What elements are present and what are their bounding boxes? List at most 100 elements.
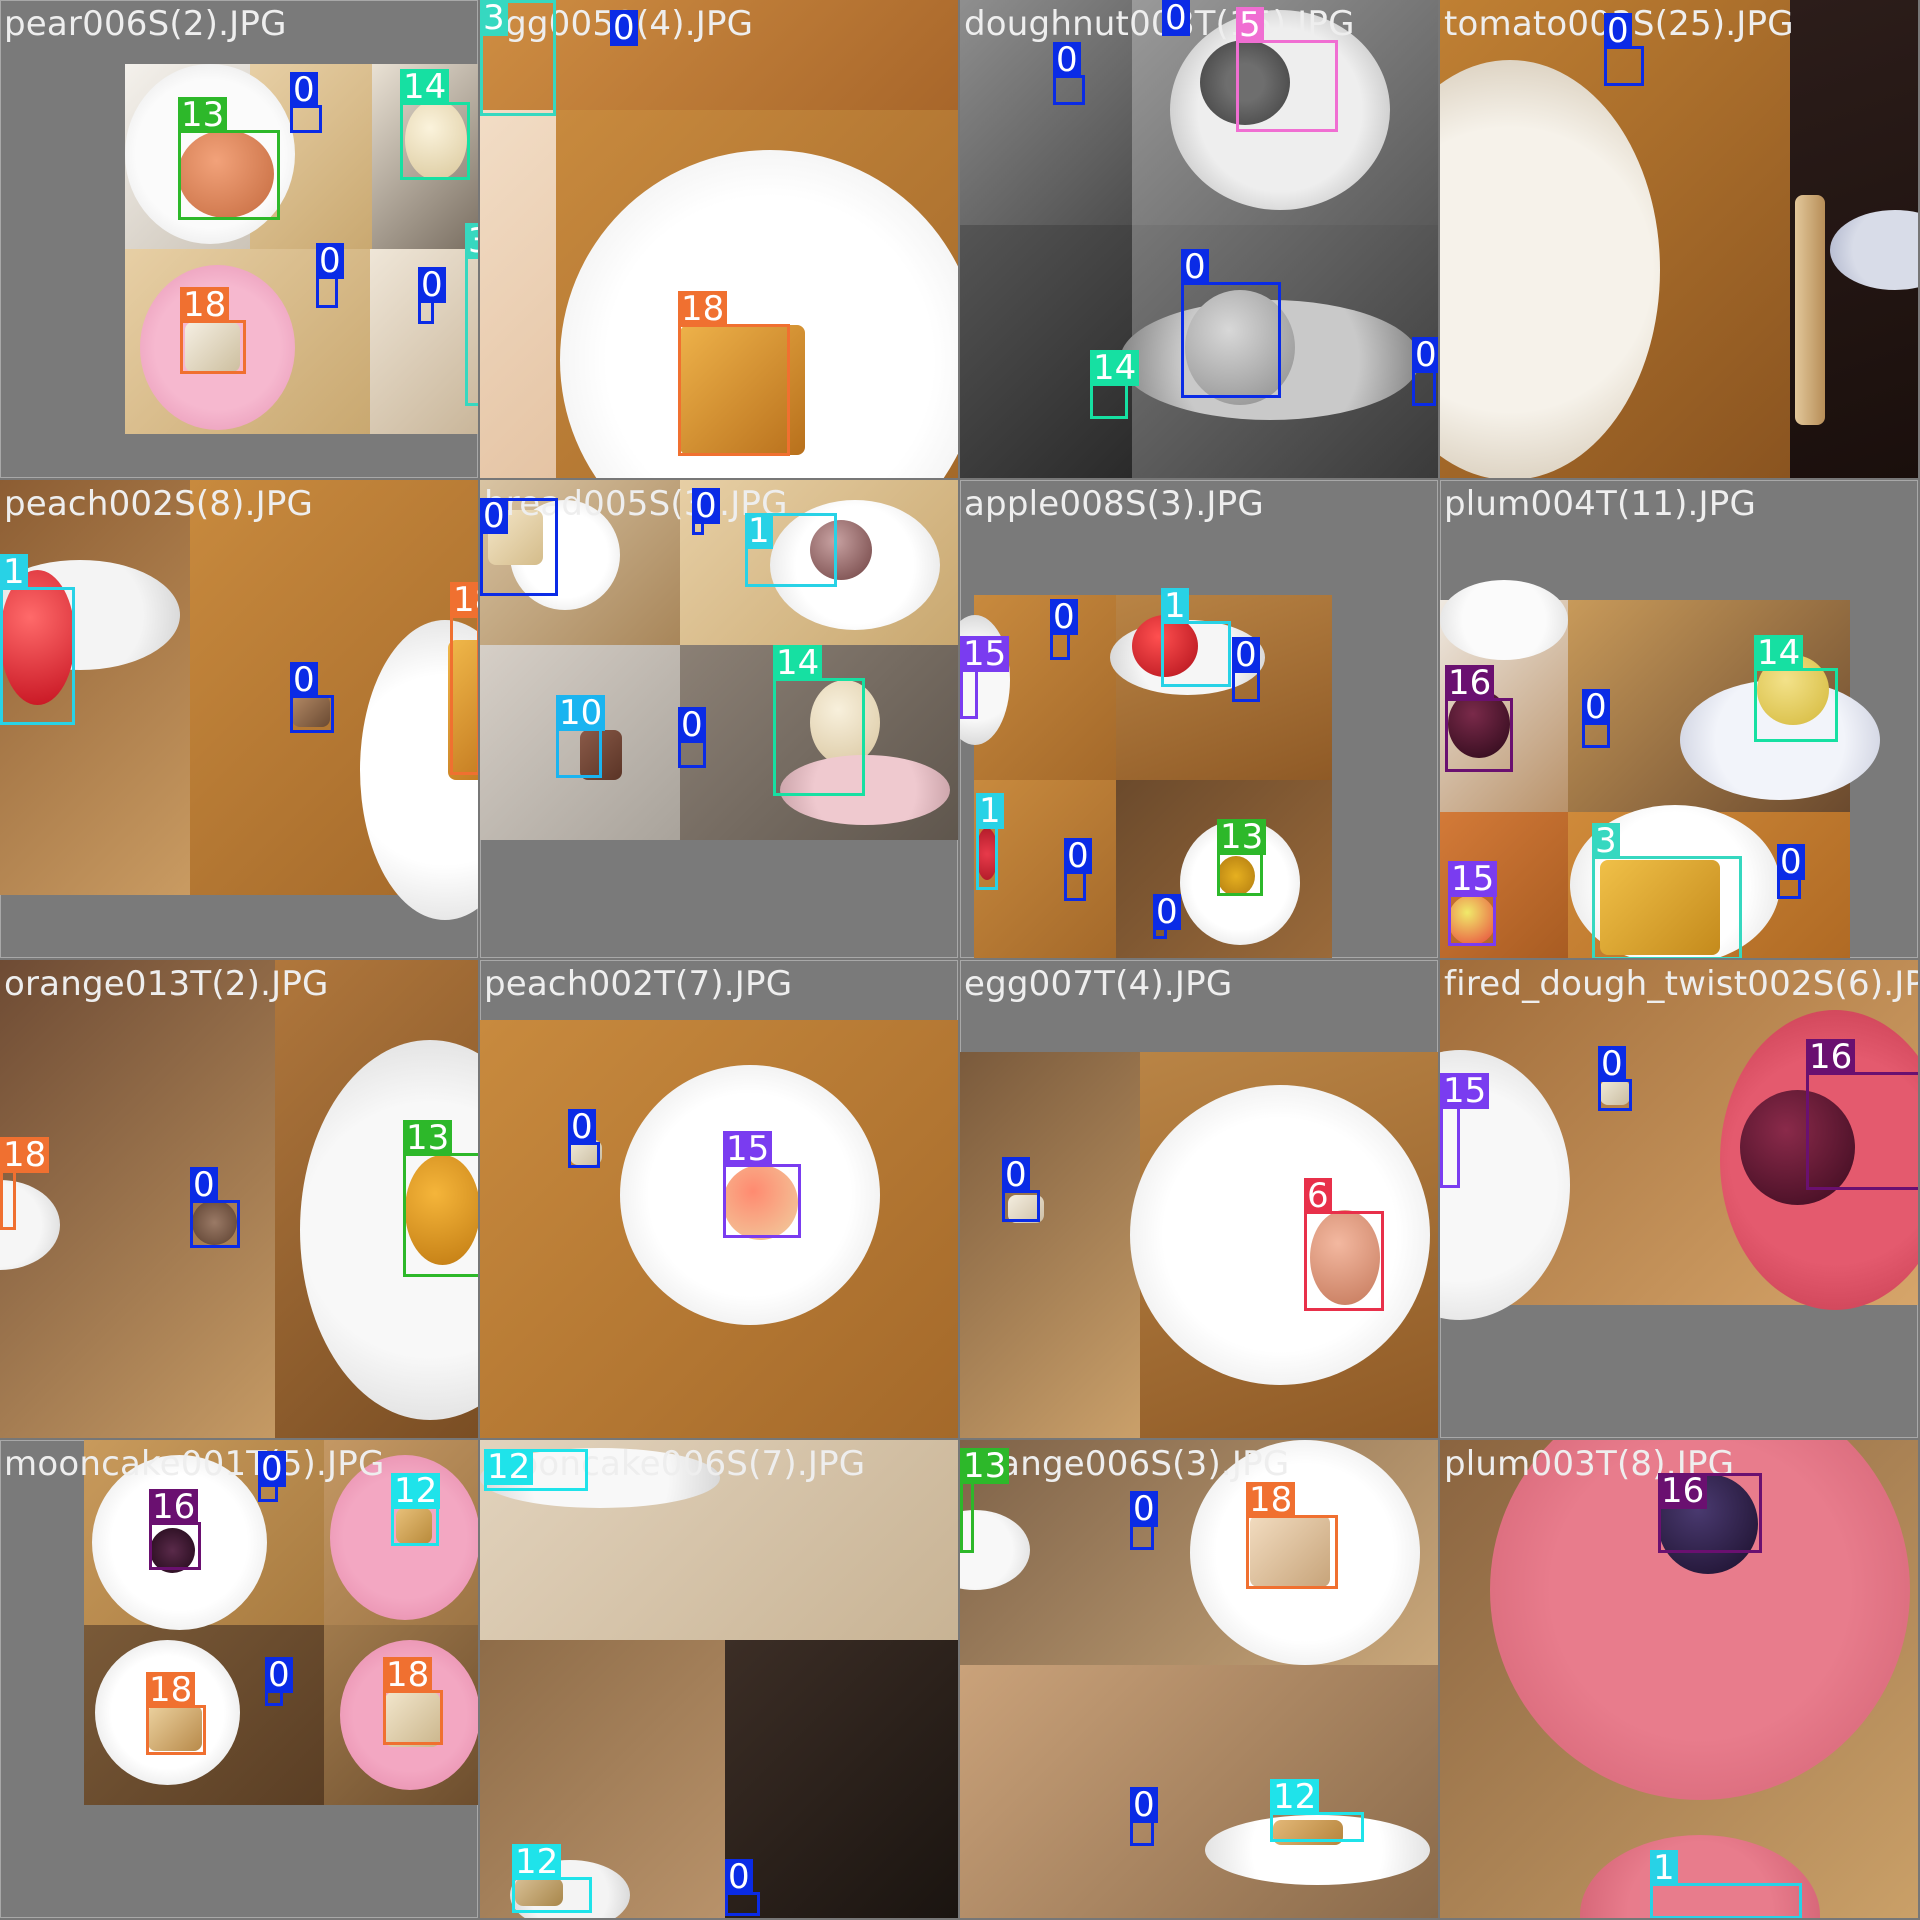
detection-box: 0 — [1604, 13, 1644, 86]
tile-filename: plum004T(11).JPG — [1444, 484, 1757, 524]
tile-filename: doughnut008T(15).JPG — [964, 4, 1355, 44]
detection-box: 16 — [149, 1489, 201, 1570]
detection-box: 0 — [1130, 1491, 1158, 1550]
detection-box: 18 — [678, 291, 790, 456]
detection-box: 15 — [960, 636, 1010, 719]
detection-box: 0 — [1130, 1787, 1158, 1846]
detection-class-label: 13 — [1217, 819, 1267, 855]
detection-class-label: 0 — [1002, 1157, 1030, 1193]
detection-box: 1 — [1161, 588, 1231, 687]
detection-box: 12 — [391, 1473, 441, 1546]
detection-class-label: 1 — [745, 513, 773, 549]
detection-class-label: 0 — [1130, 1491, 1158, 1527]
detection-box: 0 — [1598, 1046, 1632, 1111]
tile-filename: fired_dough_twist002S(6).JPG — [1444, 964, 1918, 1004]
detection-class-label: 1 — [1161, 588, 1189, 624]
detection-class-label: 0 — [316, 243, 344, 279]
detection-box: 0 — [1777, 844, 1805, 899]
mosaic-tile: orange006S(3).JPG 13 0 18 0 12 — [960, 1440, 1438, 1918]
detection-box: 0 — [1412, 337, 1438, 406]
detection-class-label: 0 — [190, 1167, 218, 1203]
mosaic-tile: egg005S(4).JPG1830 — [480, 0, 958, 478]
detection-box: 18 — [383, 1657, 443, 1745]
detection-box: 14 — [1090, 350, 1140, 419]
detection-box: 12 — [512, 1844, 592, 1913]
mosaic-tile: peach002T(7).JPG 0 15 — [480, 960, 958, 1438]
detection-box: 18 — [450, 582, 478, 775]
detection-class-label: 18 — [180, 287, 230, 323]
detection-box: 16 — [1445, 665, 1513, 772]
food-or-plate-shape — [1130, 1085, 1430, 1385]
detection-box: 1 — [745, 513, 837, 587]
detection-box: 14 — [1754, 635, 1838, 742]
detection-box: 0 — [1181, 249, 1281, 398]
mosaic-tile: mooncake006S(7).JPG 12 12 0 — [480, 1440, 958, 1918]
photo-fragment — [480, 110, 556, 478]
tile-filename: peach002T(7).JPG — [484, 964, 793, 1004]
mosaic-tile: pear006S(2).JPG0131418003 — [0, 0, 478, 478]
detection-class-label: 0 — [265, 1657, 293, 1693]
detection-class-label: 0 — [568, 1109, 596, 1145]
detection-class-label: 1 — [0, 554, 28, 590]
detection-class-label: 18 — [383, 1657, 433, 1693]
detection-box: 13 — [178, 97, 280, 220]
detection-box: 18 — [0, 1137, 50, 1230]
tile-filename: egg007T(4).JPG — [964, 964, 1233, 1004]
detection-class-label: 1 — [976, 793, 1004, 829]
detection-class-label: 18 — [450, 582, 478, 618]
detection-box: 15 — [723, 1131, 801, 1238]
detection-box: 12 — [1270, 1779, 1364, 1842]
detection-class-label: 3 — [480, 0, 508, 36]
detection-box: 14 — [400, 69, 470, 180]
detection-box: 13 — [960, 1448, 1010, 1553]
tile-filename: apple008S(3).JPG — [964, 484, 1264, 524]
detection-box: 0 — [1053, 42, 1085, 105]
detection-box: 16 — [1658, 1473, 1762, 1553]
food-or-plate-shape — [1440, 580, 1568, 660]
detection-class-label: 0 — [418, 267, 446, 303]
detection-class-label: 13 — [960, 1448, 1010, 1484]
detection-class-label: 0 — [1582, 689, 1610, 725]
detection-class-label: 0 — [480, 498, 508, 534]
detection-box: 10 — [556, 695, 606, 778]
photo-fragment — [960, 1052, 1140, 1438]
detection-box: 3 — [1592, 823, 1742, 958]
detection-class-label: 16 — [1658, 1473, 1708, 1509]
detection-box: 1 — [0, 554, 75, 725]
mosaic-tile: mooncake001T(5).JPG 16 0 12 18 0 18 — [0, 1440, 478, 1918]
mosaic-tile: plum003T(8).JPG 16 1 — [1440, 1440, 1918, 1918]
tile-filename: mooncake001T(5).JPG — [4, 1444, 385, 1484]
detection-class-label: 14 — [400, 69, 450, 105]
photo-fragment — [725, 1640, 958, 1918]
detection-box: 15 — [1440, 1073, 1490, 1188]
detection-class-label: 13 — [403, 1120, 453, 1156]
detection-class-label: 0 — [290, 662, 318, 698]
detection-box: 16 — [1806, 1039, 1918, 1190]
detection-box: 0 — [1002, 1157, 1040, 1222]
detection-class-label: 0 — [692, 488, 720, 524]
detection-class-label: 0 — [1064, 838, 1092, 874]
detection-class-label: 18 — [0, 1137, 50, 1173]
detection-box: 0 — [265, 1657, 293, 1706]
detection-box: 0 — [290, 662, 334, 733]
mosaic-tile: doughnut008T(15).JPG 0 5 0 14 0 0 — [960, 0, 1438, 478]
detection-box: 0 — [290, 72, 322, 133]
detection-class-label: 0 — [1181, 249, 1209, 285]
tile-filename: orange013T(2).JPG — [4, 964, 329, 1004]
detection-class-label: 0 — [1598, 1046, 1626, 1082]
detection-box: 0 — [1232, 637, 1260, 702]
detection-box: 12 — [484, 1449, 588, 1491]
detection-class-label: 0 — [290, 72, 318, 108]
detection-box: 0 — [1162, 0, 1190, 36]
detection-class-label: 0 — [678, 707, 706, 743]
detection-box: 0 — [610, 10, 638, 46]
detection-box: 1 — [1650, 1850, 1802, 1918]
detection-class-label: 10 — [556, 695, 606, 731]
mosaic-tile: apple008S(3).JPG 15 0 1 0 1 0 13 0 — [960, 480, 1438, 958]
detection-box: 18 — [180, 287, 246, 374]
detection-class-label: 0 — [1053, 42, 1081, 78]
detection-box: 13 — [1217, 819, 1267, 896]
detection-box: 5 — [1236, 7, 1338, 132]
detection-class-label: 3 — [465, 223, 478, 259]
detection-box: 0 — [1064, 838, 1092, 901]
